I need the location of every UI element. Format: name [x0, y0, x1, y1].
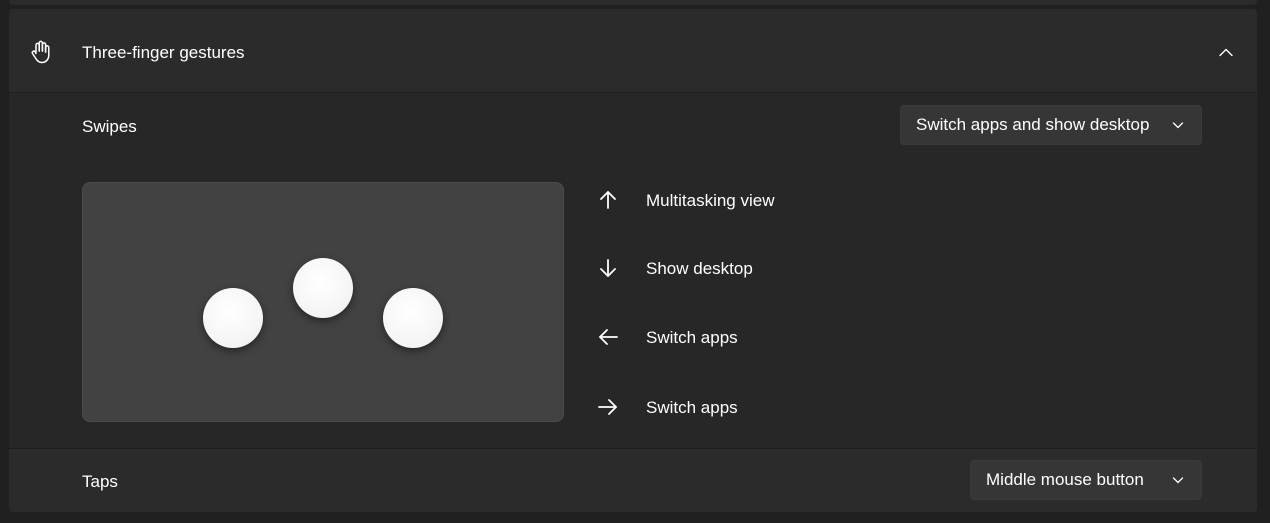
swipe-action-down: Show desktop [597, 257, 897, 281]
arrow-down-icon [600, 259, 616, 277]
chevron-down-icon [1172, 122, 1184, 129]
card-title: Three-finger gestures [82, 43, 245, 62]
card-header[interactable]: Three-finger gestures [9, 9, 1257, 93]
swipe-action-label: Switch apps [646, 328, 738, 347]
swipes-dropdown-value: Switch apps and show desktop [916, 115, 1150, 134]
taps-row: Taps Middle mouse button [9, 448, 1257, 512]
taps-dropdown[interactable]: Middle mouse button [970, 460, 1202, 500]
finger-dot [293, 258, 353, 318]
swipe-action-right: Switch apps [597, 396, 897, 420]
finger-dot [203, 288, 263, 348]
previous-card-edge [9, 0, 1257, 5]
arrow-up-icon [600, 191, 616, 209]
arrow-left-icon [599, 329, 618, 345]
swipes-label: Swipes [82, 117, 137, 136]
swipe-action-left: Switch apps [597, 326, 897, 350]
swipe-action-up: Multitasking view [597, 189, 897, 213]
finger-dot [383, 288, 443, 348]
chevron-up-icon [1219, 48, 1233, 56]
taps-dropdown-value: Middle mouse button [986, 470, 1144, 489]
arrow-right-icon [598, 399, 617, 415]
swipe-action-label: Multitasking view [646, 191, 775, 210]
collapse-button[interactable] [1209, 39, 1243, 65]
hand-icon [30, 40, 52, 64]
gesture-preview [82, 182, 564, 422]
chevron-down-icon [1172, 477, 1184, 484]
swipe-action-label: Switch apps [646, 398, 738, 417]
taps-label: Taps [82, 472, 118, 491]
swipe-action-label: Show desktop [646, 259, 753, 278]
three-finger-gestures-card: Three-finger gestures Swipes Switch apps… [9, 9, 1257, 512]
swipes-dropdown[interactable]: Switch apps and show desktop [900, 105, 1202, 145]
